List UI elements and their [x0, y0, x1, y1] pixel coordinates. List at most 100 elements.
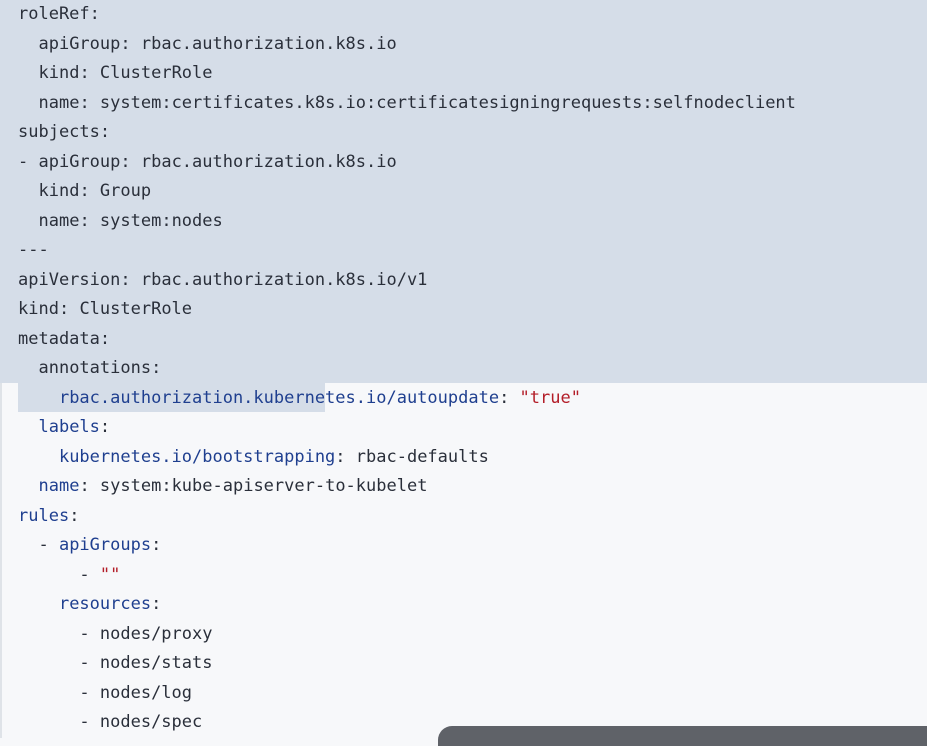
- yaml-key: labels: [38, 417, 100, 437]
- yaml-value: ClusterRole: [79, 299, 193, 319]
- code-line: subjects:: [18, 118, 110, 147]
- yaml-value: system:kube-apiserver-to-kubelet: [99, 476, 428, 496]
- yaml-key: annotations: [38, 358, 152, 378]
- code-line: - "": [18, 561, 120, 590]
- yaml-separator: :: [120, 33, 141, 54]
- yaml-separator: :: [99, 122, 111, 142]
- yaml-key: kind: [38, 181, 80, 201]
- yaml-value: "true": [519, 387, 581, 408]
- yaml-key: kind: [38, 63, 80, 83]
- yaml-value: nodes/log: [99, 682, 193, 703]
- code-line: kind: Group: [18, 177, 151, 206]
- line-indent: -: [18, 623, 100, 644]
- yaml-separator: :: [69, 505, 80, 526]
- code-line: - nodes/spec: [18, 708, 202, 737]
- line-indent: -: [18, 653, 100, 673]
- yaml-key: rbac.authorization.kubernetes.io/autoupd…: [58, 387, 500, 408]
- code-line: apiVersion: rbac.authorization.k8s.io/v1: [18, 266, 427, 295]
- yaml-separator: :: [335, 446, 356, 467]
- code-line: - nodes/proxy: [18, 620, 212, 649]
- code-line: name: system:kube-apiserver-to-kubelet: [18, 472, 427, 501]
- yaml-key: roleRef: [18, 4, 90, 24]
- yaml-value: nodes/stats: [99, 653, 213, 673]
- yaml-key: name: [38, 92, 80, 113]
- yaml-key: apiGroups: [58, 535, 152, 555]
- yaml-value: nodes/proxy: [99, 623, 213, 644]
- code-line: rules:: [18, 502, 79, 531]
- code-line: - nodes/log: [18, 679, 192, 708]
- yaml-key: kubernetes.io/bootstrapping: [58, 446, 336, 467]
- yaml-key: subjects: [18, 122, 100, 142]
- yaml-key: name: [38, 476, 80, 496]
- yaml-code-block[interactable]: roleRef: apiGroup: rbac.authorization.k8…: [0, 0, 927, 738]
- yaml-value: nodes/spec: [99, 712, 203, 732]
- yaml-value: rbac-defaults: [355, 446, 489, 467]
- yaml-key: kind: [18, 299, 59, 319]
- code-line: labels:: [18, 413, 110, 442]
- yaml-value: rbac.authorization.k8s.io/v1: [140, 269, 428, 290]
- yaml-key: name: [38, 210, 80, 231]
- overlay-tooltip: [438, 726, 927, 746]
- yaml-separator: :: [79, 476, 100, 496]
- yaml-separator: :: [79, 92, 100, 113]
- yaml-separator: :: [120, 269, 141, 290]
- yaml-separator: :: [99, 328, 111, 349]
- yaml-separator: :: [79, 181, 100, 201]
- code-line: - nodes/stats: [18, 649, 212, 678]
- yaml-value: rbac.authorization.k8s.io: [140, 33, 397, 54]
- yaml-key: metadata: [18, 328, 100, 349]
- code-line: roleRef:: [18, 0, 100, 29]
- yaml-key: resources: [58, 594, 152, 614]
- yaml-key: rules: [18, 505, 70, 526]
- yaml-value: rbac.authorization.k8s.io: [140, 151, 397, 172]
- yaml-separator: :: [151, 358, 162, 378]
- code-line: annotations:: [18, 354, 161, 383]
- code-line: apiGroup: rbac.authorization.k8s.io: [18, 30, 397, 59]
- yaml-key: apiVersion: [18, 269, 121, 290]
- code-line: name: system:nodes: [18, 207, 223, 236]
- code-line: metadata:: [18, 325, 110, 354]
- yaml-separator: :: [151, 535, 162, 555]
- yaml-separator: :: [151, 594, 162, 614]
- yaml-separator: :: [499, 387, 520, 408]
- code-line: resources:: [18, 590, 161, 619]
- yaml-separator: :: [79, 63, 100, 83]
- yaml-value: Group: [99, 181, 152, 201]
- code-line: kind: ClusterRole: [18, 295, 192, 324]
- yaml-separator: :: [79, 210, 100, 231]
- yaml-key: apiGroup: [38, 33, 121, 54]
- yaml-separator: :: [120, 151, 141, 172]
- line-indent: -: [18, 151, 39, 172]
- code-line: - apiGroup: rbac.authorization.k8s.io: [18, 148, 397, 177]
- yaml-separator: :: [99, 417, 111, 437]
- yaml-value: "": [99, 564, 121, 585]
- code-line: - apiGroups:: [18, 531, 161, 560]
- code-line: rbac.authorization.kubernetes.io/autoupd…: [18, 384, 581, 413]
- line-indent: -: [18, 535, 59, 555]
- yaml-value: ClusterRole: [99, 63, 213, 83]
- yaml-separator: :: [89, 4, 100, 24]
- yaml-value: system:nodes: [99, 210, 223, 231]
- line-indent: -: [18, 564, 100, 585]
- code-line: ---: [18, 236, 49, 265]
- yaml-separator: :: [58, 299, 80, 319]
- yaml-key: apiGroup: [38, 151, 121, 172]
- yaml-key: ---: [18, 240, 49, 260]
- code-line: kind: ClusterRole: [18, 59, 213, 88]
- code-line: kubernetes.io/bootstrapping: rbac-defaul…: [18, 443, 489, 472]
- code-line: name: system:certificates.k8s.io:certifi…: [18, 89, 796, 118]
- yaml-value: system:certificates.k8s.io:certificatesi…: [99, 92, 796, 113]
- line-indent: -: [18, 712, 100, 732]
- line-indent: -: [18, 682, 100, 703]
